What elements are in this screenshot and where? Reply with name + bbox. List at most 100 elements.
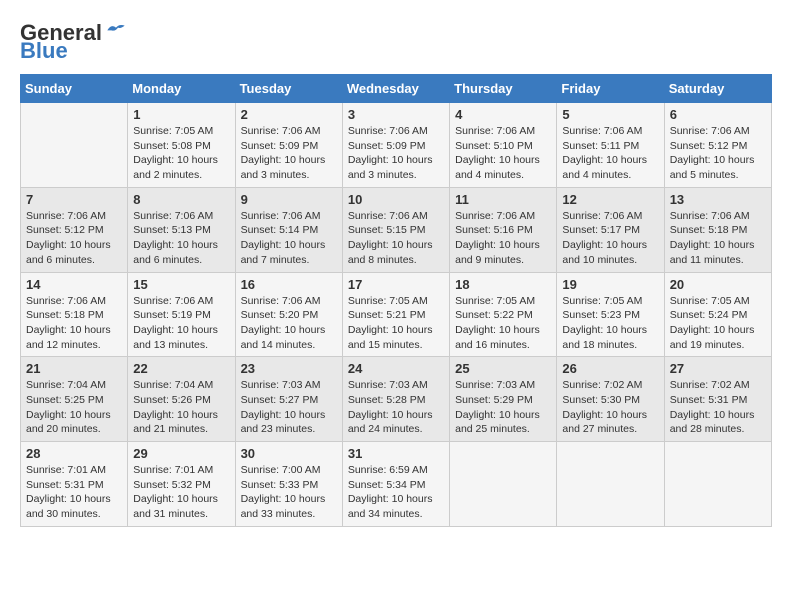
day-info: Sunrise: 7:05 AM Sunset: 5:24 PM Dayligh…	[670, 294, 766, 353]
day-info: Sunrise: 6:59 AM Sunset: 5:34 PM Dayligh…	[348, 463, 444, 522]
logo-bird-icon	[106, 22, 126, 36]
calendar-cell: 14 Sunrise: 7:06 AM Sunset: 5:18 PM Dayli…	[21, 272, 128, 357]
day-info: Sunrise: 7:05 AM Sunset: 5:23 PM Dayligh…	[562, 294, 658, 353]
calendar-cell: 27 Sunrise: 7:02 AM Sunset: 5:31 PM Dayli…	[664, 357, 771, 442]
calendar-cell: 3 Sunrise: 7:06 AM Sunset: 5:09 PM Daylig…	[342, 103, 449, 188]
day-info: Sunrise: 7:06 AM Sunset: 5:14 PM Dayligh…	[241, 209, 337, 268]
day-info: Sunrise: 7:06 AM Sunset: 5:18 PM Dayligh…	[26, 294, 122, 353]
calendar-cell	[450, 442, 557, 527]
day-number: 12	[562, 192, 658, 207]
day-number: 18	[455, 277, 551, 292]
day-info: Sunrise: 7:05 AM Sunset: 5:21 PM Dayligh…	[348, 294, 444, 353]
day-number: 20	[670, 277, 766, 292]
col-header-wednesday: Wednesday	[342, 75, 449, 103]
day-number: 29	[133, 446, 229, 461]
calendar-cell: 1 Sunrise: 7:05 AM Sunset: 5:08 PM Daylig…	[128, 103, 235, 188]
logo: General Blue	[20, 20, 126, 64]
day-info: Sunrise: 7:02 AM Sunset: 5:31 PM Dayligh…	[670, 378, 766, 437]
day-number: 11	[455, 192, 551, 207]
day-info: Sunrise: 7:06 AM Sunset: 5:12 PM Dayligh…	[670, 124, 766, 183]
col-header-monday: Monday	[128, 75, 235, 103]
day-info: Sunrise: 7:02 AM Sunset: 5:30 PM Dayligh…	[562, 378, 658, 437]
day-number: 16	[241, 277, 337, 292]
calendar-cell: 24 Sunrise: 7:03 AM Sunset: 5:28 PM Dayli…	[342, 357, 449, 442]
calendar-cell: 5 Sunrise: 7:06 AM Sunset: 5:11 PM Daylig…	[557, 103, 664, 188]
day-number: 27	[670, 361, 766, 376]
calendar-cell: 31Sunrise: 6:59 AM Sunset: 5:34 PM Dayli…	[342, 442, 449, 527]
calendar-cell	[21, 103, 128, 188]
calendar-cell: 18Sunrise: 7:05 AM Sunset: 5:22 PM Dayli…	[450, 272, 557, 357]
calendar-cell: 17 Sunrise: 7:05 AM Sunset: 5:21 PM Dayli…	[342, 272, 449, 357]
calendar-cell	[664, 442, 771, 527]
col-header-friday: Friday	[557, 75, 664, 103]
day-info: Sunrise: 7:05 AM Sunset: 5:08 PM Dayligh…	[133, 124, 229, 183]
calendar-cell: 7Sunrise: 7:06 AM Sunset: 5:12 PM Daylig…	[21, 187, 128, 272]
day-number: 8	[133, 192, 229, 207]
calendar-header-row: SundayMondayTuesdayWednesdayThursdayFrid…	[21, 75, 772, 103]
calendar-week-row: 21 Sunrise: 7:04 AM Sunset: 5:25 PM Dayli…	[21, 357, 772, 442]
calendar-cell: 25 Sunrise: 7:03 AM Sunset: 5:29 PM Dayli…	[450, 357, 557, 442]
day-info: Sunrise: 7:06 AM Sunset: 5:10 PM Dayligh…	[455, 124, 551, 183]
day-number: 23	[241, 361, 337, 376]
day-info: Sunrise: 7:01 AM Sunset: 5:32 PM Dayligh…	[133, 463, 229, 522]
calendar-week-row: 28 Sunrise: 7:01 AM Sunset: 5:31 PM Dayli…	[21, 442, 772, 527]
day-info: Sunrise: 7:03 AM Sunset: 5:29 PM Dayligh…	[455, 378, 551, 437]
day-number: 9	[241, 192, 337, 207]
calendar-cell: 21 Sunrise: 7:04 AM Sunset: 5:25 PM Dayli…	[21, 357, 128, 442]
day-info: Sunrise: 7:06 AM Sunset: 5:19 PM Dayligh…	[133, 294, 229, 353]
calendar-week-row: 14 Sunrise: 7:06 AM Sunset: 5:18 PM Dayli…	[21, 272, 772, 357]
day-info: Sunrise: 7:04 AM Sunset: 5:26 PM Dayligh…	[133, 378, 229, 437]
calendar-cell: 30Sunrise: 7:00 AM Sunset: 5:33 PM Dayli…	[235, 442, 342, 527]
day-info: Sunrise: 7:06 AM Sunset: 5:12 PM Dayligh…	[26, 209, 122, 268]
calendar-cell: 26 Sunrise: 7:02 AM Sunset: 5:30 PM Dayli…	[557, 357, 664, 442]
day-number: 4	[455, 107, 551, 122]
calendar-cell: 11 Sunrise: 7:06 AM Sunset: 5:16 PM Dayli…	[450, 187, 557, 272]
day-number: 15	[133, 277, 229, 292]
day-info: Sunrise: 7:06 AM Sunset: 5:09 PM Dayligh…	[241, 124, 337, 183]
day-info: Sunrise: 7:03 AM Sunset: 5:28 PM Dayligh…	[348, 378, 444, 437]
day-info: Sunrise: 7:06 AM Sunset: 5:15 PM Dayligh…	[348, 209, 444, 268]
day-info: Sunrise: 7:06 AM Sunset: 5:13 PM Dayligh…	[133, 209, 229, 268]
calendar-week-row: 7Sunrise: 7:06 AM Sunset: 5:12 PM Daylig…	[21, 187, 772, 272]
calendar-cell: 20 Sunrise: 7:05 AM Sunset: 5:24 PM Dayli…	[664, 272, 771, 357]
calendar-cell: 10Sunrise: 7:06 AM Sunset: 5:15 PM Dayli…	[342, 187, 449, 272]
day-number: 2	[241, 107, 337, 122]
day-number: 28	[26, 446, 122, 461]
day-info: Sunrise: 7:06 AM Sunset: 5:09 PM Dayligh…	[348, 124, 444, 183]
day-info: Sunrise: 7:03 AM Sunset: 5:27 PM Dayligh…	[241, 378, 337, 437]
day-info: Sunrise: 7:01 AM Sunset: 5:31 PM Dayligh…	[26, 463, 122, 522]
day-number: 1	[133, 107, 229, 122]
day-info: Sunrise: 7:06 AM Sunset: 5:20 PM Dayligh…	[241, 294, 337, 353]
day-number: 14	[26, 277, 122, 292]
calendar-cell: 6Sunrise: 7:06 AM Sunset: 5:12 PM Daylig…	[664, 103, 771, 188]
calendar-cell: 4 Sunrise: 7:06 AM Sunset: 5:10 PM Daylig…	[450, 103, 557, 188]
day-info: Sunrise: 7:06 AM Sunset: 5:16 PM Dayligh…	[455, 209, 551, 268]
calendar-cell: 19 Sunrise: 7:05 AM Sunset: 5:23 PM Dayli…	[557, 272, 664, 357]
day-info: Sunrise: 7:00 AM Sunset: 5:33 PM Dayligh…	[241, 463, 337, 522]
day-info: Sunrise: 7:06 AM Sunset: 5:18 PM Dayligh…	[670, 209, 766, 268]
logo-blue: Blue	[20, 38, 68, 64]
calendar-cell	[557, 442, 664, 527]
calendar-cell: 28 Sunrise: 7:01 AM Sunset: 5:31 PM Dayli…	[21, 442, 128, 527]
calendar-cell: 15 Sunrise: 7:06 AM Sunset: 5:19 PM Dayli…	[128, 272, 235, 357]
calendar-cell: 9 Sunrise: 7:06 AM Sunset: 5:14 PM Daylig…	[235, 187, 342, 272]
col-header-thursday: Thursday	[450, 75, 557, 103]
day-number: 26	[562, 361, 658, 376]
calendar-cell: 29 Sunrise: 7:01 AM Sunset: 5:32 PM Dayli…	[128, 442, 235, 527]
day-number: 21	[26, 361, 122, 376]
day-number: 17	[348, 277, 444, 292]
day-number: 25	[455, 361, 551, 376]
day-number: 5	[562, 107, 658, 122]
calendar-cell: 12 Sunrise: 7:06 AM Sunset: 5:17 PM Dayli…	[557, 187, 664, 272]
day-info: Sunrise: 7:06 AM Sunset: 5:11 PM Dayligh…	[562, 124, 658, 183]
calendar-table: SundayMondayTuesdayWednesdayThursdayFrid…	[20, 74, 772, 527]
day-number: 19	[562, 277, 658, 292]
day-number: 3	[348, 107, 444, 122]
day-number: 24	[348, 361, 444, 376]
day-number: 22	[133, 361, 229, 376]
day-info: Sunrise: 7:04 AM Sunset: 5:25 PM Dayligh…	[26, 378, 122, 437]
day-number: 13	[670, 192, 766, 207]
day-info: Sunrise: 7:06 AM Sunset: 5:17 PM Dayligh…	[562, 209, 658, 268]
calendar-cell: 22 Sunrise: 7:04 AM Sunset: 5:26 PM Dayli…	[128, 357, 235, 442]
calendar-cell: 2 Sunrise: 7:06 AM Sunset: 5:09 PM Daylig…	[235, 103, 342, 188]
